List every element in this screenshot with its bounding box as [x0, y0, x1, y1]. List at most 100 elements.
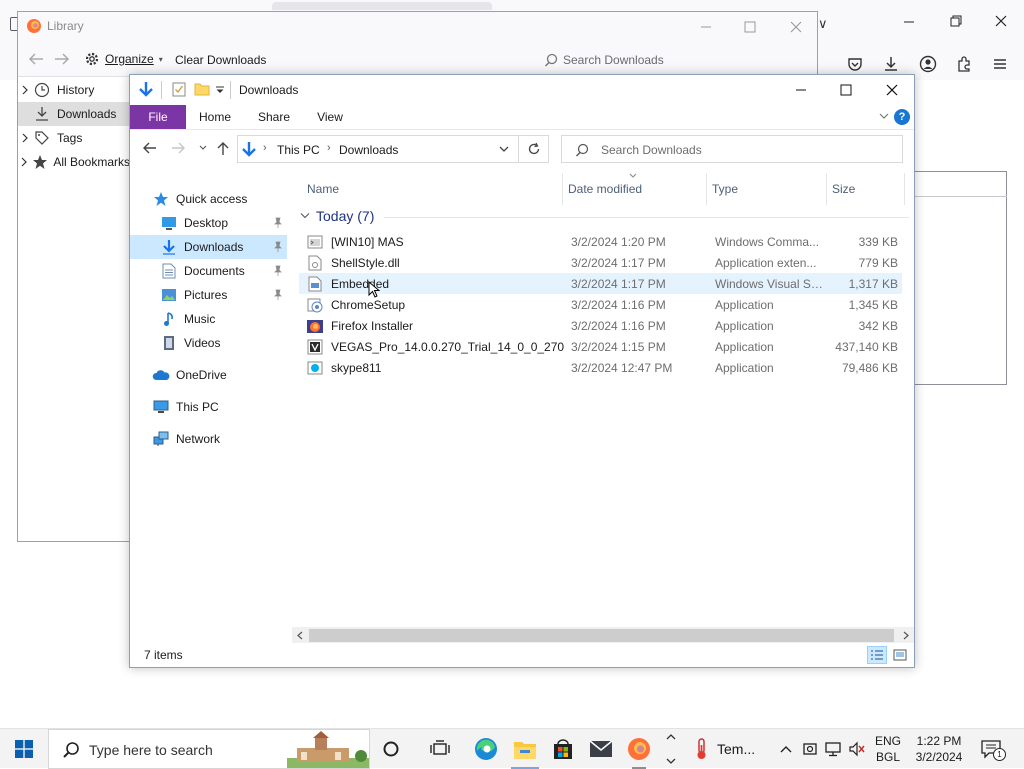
table-row[interactable]: ChromeSetup 3/2/2024 1:16 PM Application…	[299, 294, 902, 315]
browser-restore-button[interactable]	[943, 12, 967, 32]
tab-file[interactable]: File	[130, 105, 186, 129]
customize-quick-access-icon[interactable]	[215, 81, 225, 99]
nav-item-documents[interactable]: Documents	[160, 259, 245, 283]
column-divider[interactable]	[706, 173, 707, 205]
account-icon[interactable]	[919, 55, 937, 73]
forward-arrow-icon[interactable]	[169, 138, 189, 158]
browser-minimize-button[interactable]	[897, 12, 921, 32]
clock[interactable]: 1:22 PM 3/2/2024	[904, 733, 974, 765]
nav-item-pictures[interactable]: Pictures	[160, 283, 227, 307]
address-dropdown-icon[interactable]	[498, 145, 510, 155]
input-language-indicator[interactable]: ENG BGL	[872, 733, 904, 765]
up-arrow-icon[interactable]	[213, 138, 233, 158]
nav-onedrive[interactable]: OneDrive	[152, 363, 227, 387]
help-button[interactable]: ?	[894, 109, 910, 125]
extensions-icon[interactable]	[955, 55, 973, 73]
library-maximize-button[interactable]	[740, 18, 760, 36]
microsoft-store-icon[interactable]	[544, 729, 582, 769]
explorer-maximize-button[interactable]	[832, 80, 860, 100]
pin-icon[interactable]	[273, 241, 283, 253]
table-row[interactable]: skype811 3/2/2024 12:47 PM Application 7…	[299, 357, 902, 378]
table-row[interactable]: VEGAS_Pro_14.0.0.270_Trial_14_0_0_270 3/…	[299, 336, 902, 357]
clear-downloads-button[interactable]: Clear Downloads	[175, 53, 266, 67]
column-divider[interactable]	[826, 173, 827, 205]
pin-icon[interactable]	[273, 217, 283, 229]
tab-home[interactable]: Home	[192, 105, 238, 129]
explorer-search-input[interactable]: Search Downloads	[561, 135, 903, 163]
nav-item-desktop[interactable]: Desktop	[160, 211, 286, 235]
properties-icon[interactable]	[172, 81, 186, 99]
column-header-date[interactable]: Date modified	[568, 182, 642, 196]
column-divider[interactable]	[562, 173, 563, 205]
firefox-taskbar-icon[interactable]	[620, 729, 658, 769]
recent-locations-icon[interactable]	[193, 138, 213, 158]
pin-icon[interactable]	[273, 289, 283, 301]
table-row[interactable]: Embedded 3/2/2024 1:17 PM Windows Visual…	[299, 273, 902, 294]
browser-close-button[interactable]	[989, 12, 1013, 32]
file-explorer-taskbar-icon[interactable]	[505, 729, 545, 769]
chevron-right-icon[interactable]	[18, 157, 30, 167]
tab-share[interactable]: Share	[250, 105, 298, 129]
nav-item-downloads[interactable]: Downloads	[130, 235, 287, 259]
table-row[interactable]: ShellStyle.dll 3/2/2024 1:17 PM Applicat…	[299, 252, 902, 273]
menu-icon[interactable]	[991, 55, 1009, 73]
library-item-tags[interactable]: Tags	[18, 126, 130, 150]
nav-item-music[interactable]: Music	[160, 307, 215, 331]
library-close-button[interactable]	[786, 18, 806, 36]
network-tray-icon[interactable]	[824, 740, 842, 758]
address-bar[interactable]: › This PC › Downloads	[237, 135, 519, 163]
webcam-icon[interactable]	[801, 740, 819, 758]
tab-view[interactable]: View	[308, 105, 352, 129]
weather-widget[interactable]: Tem...	[693, 729, 755, 769]
breadcrumb-this-pc[interactable]: This PC	[277, 143, 320, 157]
library-search-input[interactable]: Search Downloads	[538, 48, 806, 70]
scroll-left-icon[interactable]	[293, 628, 307, 643]
refresh-button[interactable]	[519, 135, 549, 163]
chevron-right-icon[interactable]	[18, 133, 32, 143]
scroll-right-icon[interactable]	[899, 628, 913, 643]
column-header-type[interactable]: Type	[712, 182, 738, 196]
mail-icon[interactable]	[582, 729, 620, 769]
forward-arrow-icon[interactable]	[53, 52, 71, 66]
details-view-icon[interactable]	[867, 646, 887, 664]
library-item-downloads[interactable]: Downloads	[18, 102, 130, 126]
library-minimize-button[interactable]	[696, 18, 716, 36]
explorer-minimize-button[interactable]	[787, 80, 815, 100]
volume-muted-icon[interactable]	[848, 740, 866, 758]
new-folder-icon[interactable]	[194, 81, 210, 99]
table-row[interactable]: [WIN10] MAS 3/2/2024 1:20 PM Windows Com…	[299, 231, 902, 252]
column-divider[interactable]	[904, 173, 905, 205]
browser-tab[interactable]	[272, 2, 492, 10]
nav-quick-access[interactable]: Quick access	[152, 187, 247, 211]
column-header-size[interactable]: Size	[832, 182, 855, 196]
taskbar-search-box[interactable]: Type here to search	[48, 729, 370, 769]
expand-ribbon-icon[interactable]	[878, 110, 890, 122]
nav-item-videos[interactable]: Videos	[160, 331, 220, 355]
edge-icon[interactable]	[467, 729, 505, 769]
tab-list-chevron-icon[interactable]: ∨	[818, 16, 828, 32]
downloads-icon[interactable]	[882, 55, 900, 73]
back-arrow-icon[interactable]	[139, 138, 159, 158]
pin-icon[interactable]	[273, 265, 283, 277]
show-hidden-icons-icon[interactable]	[777, 740, 795, 758]
breadcrumb-downloads[interactable]: Downloads	[339, 143, 398, 157]
pocket-icon[interactable]	[846, 55, 864, 73]
large-icons-view-icon[interactable]	[890, 646, 910, 664]
nav-network[interactable]: Network	[152, 427, 220, 451]
notification-center-button[interactable]: 1	[980, 737, 1006, 761]
explorer-close-button[interactable]	[878, 80, 906, 100]
scrollbar-thumb[interactable]	[309, 629, 894, 642]
nav-this-pc[interactable]: This PC	[152, 395, 219, 419]
table-row[interactable]: Firefox Installer 3/2/2024 1:16 PM Appli…	[299, 315, 902, 336]
back-arrow-icon[interactable]	[27, 52, 45, 66]
library-item-all-bookmarks[interactable]: All Bookmarks	[18, 150, 130, 174]
start-button[interactable]	[0, 729, 48, 769]
task-view-icon[interactable]	[421, 729, 459, 769]
organize-button[interactable]: Organize ▾	[84, 50, 163, 68]
horizontal-scrollbar[interactable]	[292, 627, 914, 644]
library-item-history[interactable]: History	[18, 78, 130, 102]
cortana-icon[interactable]	[372, 729, 410, 769]
chevron-right-icon[interactable]	[18, 85, 32, 95]
column-header-name[interactable]: Name	[307, 182, 339, 196]
group-header-today[interactable]: Today (7)	[300, 208, 374, 224]
